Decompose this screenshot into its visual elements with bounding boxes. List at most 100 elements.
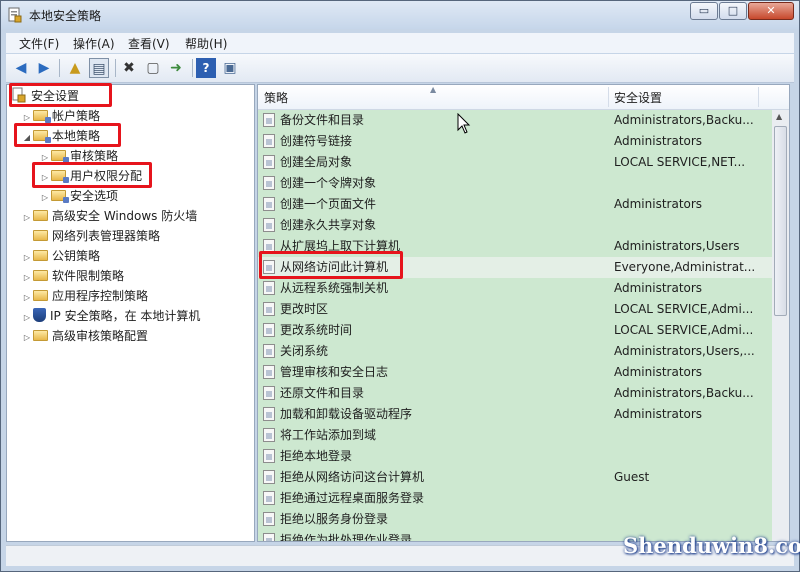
window-title: 本地安全策略 — [29, 9, 102, 23]
tree-item-network-list-manager[interactable]: 网络列表管理器策略 — [21, 226, 160, 246]
help-icon[interactable]: ? — [196, 58, 216, 78]
folder-icon — [51, 150, 69, 163]
folder-icon — [33, 330, 48, 341]
tree-item-advanced-audit[interactable]: ▷ 高级审核策略配置 — [21, 326, 148, 346]
policy-icon — [263, 134, 275, 148]
policy-name: 关闭系统 — [280, 344, 329, 358]
expand-arrow-icon[interactable]: ▷ — [21, 268, 33, 288]
tree-label: IP 安全策略，在 本地计算机 — [50, 309, 201, 323]
local-security-policy-icon — [8, 7, 22, 23]
menu-action[interactable]: 操作(A) — [73, 35, 115, 52]
expand-arrow-icon[interactable]: ▷ — [21, 208, 33, 228]
tree-item-ip-security[interactable]: ▷ IP 安全策略，在 本地计算机 — [21, 306, 200, 326]
policy-icon — [263, 113, 275, 127]
minimize-button[interactable]: ▭ — [690, 2, 718, 20]
column-header-policy[interactable]: 策略 — [264, 89, 288, 106]
folder-icon — [33, 110, 51, 123]
list-row[interactable]: 加载和卸载设备驱动程序 Administrators — [258, 404, 772, 425]
tree-item-windows-firewall[interactable]: ▷ 高级安全 Windows 防火墙 — [21, 206, 197, 226]
menu-bar: 文件(F) 操作(A) 查看(V) 帮助(H) — [6, 33, 794, 53]
tree-label: 网络列表管理器策略 — [52, 229, 161, 243]
list-row[interactable]: 创建一个令牌对象 — [258, 173, 772, 194]
menu-file[interactable]: 文件(F) — [19, 35, 59, 52]
policy-setting: Guest — [614, 470, 650, 484]
expand-arrow-icon[interactable]: ▷ — [21, 308, 33, 328]
policy-icon — [263, 344, 275, 358]
tree-item-security-options[interactable]: ▷ 安全选项 — [39, 186, 118, 206]
expand-arrow-icon[interactable]: ▷ — [21, 288, 33, 308]
list-row[interactable]: 创建符号链接 Administrators — [258, 131, 772, 152]
policy-icon — [263, 302, 275, 316]
column-header-setting[interactable]: 安全设置 — [614, 89, 662, 106]
delete-icon[interactable]: ✖ — [119, 58, 139, 78]
list-row[interactable]: 创建全局对象 LOCAL SERVICE,NET... — [258, 152, 772, 173]
tree-item-app-control[interactable]: ▷ 应用程序控制策略 — [21, 286, 148, 306]
list-row[interactable]: 创建一个页面文件 Administrators — [258, 194, 772, 215]
list-pane: 策略 ▲ 安全设置 备份文件和目录 Administrators,Backu...… — [257, 84, 790, 542]
policy-icon — [263, 386, 275, 400]
tree-label: 高级安全 Windows 防火墙 — [52, 209, 198, 223]
tree-label: 软件限制策略 — [52, 269, 125, 283]
policy-name: 创建一个令牌对象 — [280, 176, 377, 190]
policy-name: 拒绝从网络访问这台计算机 — [280, 470, 425, 484]
expand-arrow-icon[interactable]: ▷ — [21, 248, 33, 268]
toolbar-separator — [192, 59, 193, 77]
list-row[interactable]: 拒绝从网络访问这台计算机 Guest — [258, 467, 772, 488]
expand-arrow-icon[interactable]: ▷ — [21, 328, 33, 348]
menu-help[interactable]: 帮助(H) — [185, 35, 227, 52]
list-row[interactable]: 更改系统时间 LOCAL SERVICE,Admi... — [258, 320, 772, 341]
list-row[interactable]: 创建永久共享对象 — [258, 215, 772, 236]
list-row[interactable]: 拒绝本地登录 — [258, 446, 772, 467]
list-row[interactable]: 将工作站添加到域 — [258, 425, 772, 446]
policy-name: 拒绝本地登录 — [280, 449, 353, 463]
console-icon[interactable]: ▣ — [220, 58, 240, 78]
list-row[interactable]: 拒绝以服务身份登录 — [258, 509, 772, 530]
scroll-up-icon[interactable]: ▲ — [776, 112, 782, 121]
policy-name: 更改时区 — [280, 302, 329, 316]
menu-view[interactable]: 查看(V) — [128, 35, 170, 52]
toolbar-separator — [59, 59, 60, 77]
policy-name: 加载和卸载设备驱动程序 — [280, 407, 413, 421]
policy-setting: Administrators — [614, 197, 703, 211]
policy-icon — [263, 323, 275, 337]
back-arrow-icon[interactable]: ◀ — [11, 58, 31, 78]
column-divider[interactable] — [758, 87, 759, 107]
title-bar[interactable]: 本地安全策略 ▭ □ ✕ — [1, 1, 799, 29]
policy-name: 备份文件和目录 — [280, 113, 365, 127]
scrollbar-thumb[interactable] — [774, 126, 787, 316]
policy-name: 从远程系统强制关机 — [280, 281, 389, 295]
policy-setting: Everyone,Administrat... — [614, 260, 756, 274]
column-divider[interactable] — [608, 87, 609, 107]
close-button[interactable]: ✕ — [748, 2, 794, 20]
policy-icon — [263, 218, 275, 232]
list-row[interactable]: 更改时区 LOCAL SERVICE,Admi... — [258, 299, 772, 320]
close-icon: ✕ — [766, 4, 776, 17]
tree-pane: 安全设置 ▷ 帐户策略 ◢ 本地策略 ▷ 审核策略 ▷ 用户权限分配 ▷ 安全选项 ▷ 高级… — [6, 84, 255, 542]
policy-name: 更改系统时间 — [280, 323, 353, 337]
list-row[interactable]: 拒绝通过远程桌面服务登录 — [258, 488, 772, 509]
forward-arrow-icon[interactable]: ▶ — [34, 58, 54, 78]
up-folder-icon[interactable]: ▲ — [65, 58, 85, 78]
tree-item-public-key-policies[interactable]: ▷ 公钥策略 — [21, 246, 100, 266]
policy-setting: Administrators,Users,... — [614, 344, 755, 358]
policy-name: 拒绝以服务身份登录 — [280, 512, 389, 526]
list-row[interactable]: 关闭系统 Administrators,Users,... — [258, 341, 772, 362]
policy-name: 创建一个页面文件 — [280, 197, 377, 211]
policy-setting: Administrators,Users — [614, 239, 740, 253]
folder-icon — [51, 190, 69, 203]
maximize-button[interactable]: □ — [719, 2, 747, 20]
expand-arrow-icon[interactable]: ▷ — [39, 188, 51, 208]
list-row[interactable]: 管理审核和安全日志 Administrators — [258, 362, 772, 383]
list-header: 策略 ▲ 安全设置 — [258, 85, 789, 110]
list-row[interactable]: 备份文件和目录 Administrators,Backu... — [258, 110, 772, 131]
vertical-scrollbar[interactable]: ▲ — [772, 110, 789, 541]
properties-icon[interactable]: ▢ — [143, 58, 163, 78]
policy-name: 创建永久共享对象 — [280, 218, 377, 232]
show-tree-icon[interactable]: ▤ — [89, 58, 109, 78]
tree-item-software-restriction[interactable]: ▷ 软件限制策略 — [21, 266, 124, 286]
export-icon[interactable]: ➜ — [166, 58, 186, 78]
toolbar-separator — [115, 59, 116, 77]
list-row[interactable]: 还原文件和目录 Administrators,Backu... — [258, 383, 772, 404]
policy-icon — [263, 176, 275, 190]
list-row[interactable]: 从远程系统强制关机 Administrators — [258, 278, 772, 299]
